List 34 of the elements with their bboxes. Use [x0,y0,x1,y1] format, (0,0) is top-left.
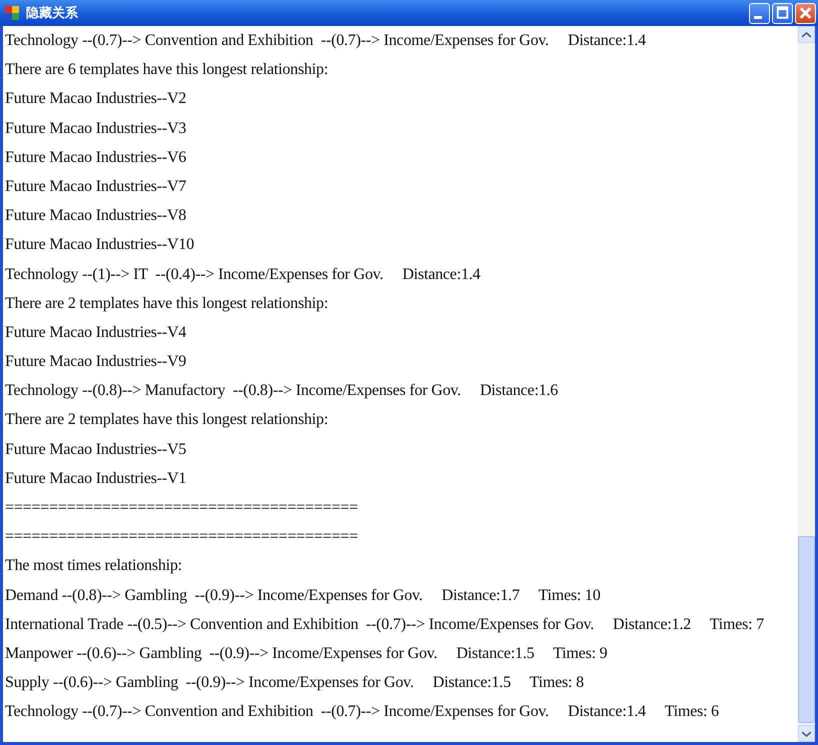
scroll-down-icon[interactable] [798,725,815,742]
output-line: Manpower --(0.6)--> Gambling --(0.9)--> Income/Expenses for Gov. Distance:1.5 Times: 9 [5,644,608,664]
scrollbar[interactable] [798,26,815,742]
output-line: Future Macao Industries--V7 [5,176,188,197]
output-line: There are 6 templates have this longest relationship: [5,60,330,80]
minimize-icon [754,16,762,19]
minimize-button[interactable] [749,2,770,24]
output-line: Future Macao Industries--V1 [5,468,188,489]
output-line: Technology --(1)--> IT --(0.4)--> Income/Expenses for Gov. Distance:1.4 [5,264,482,284]
output-line: Technology --(0.7)--> Convention and Exhibition --(0.7)--> Income/Expenses for Gov. Distance:1.4 Times: 6 [5,702,720,722]
output-line: There are 2 templates have this longest relationship: [5,410,330,430]
scroll-thumb[interactable] [798,536,815,723]
output-line: Future Macao Industries--V6 [5,148,188,168]
maximize-button[interactable] [772,2,793,24]
output-line: Future Macao Industries--V9 [5,352,188,372]
output-line: Demand --(0.8)--> Gambling --(0.9)--> Income/Expenses for Gov. Distance:1.7 Times: 10 [5,586,602,606]
output-line: There are 2 templates have this longest relationship: [5,294,330,314]
output-line: ======================================== [5,527,359,548]
output-line: Future Macao Industries--V3 [5,118,188,139]
output-line: Future Macao Industries--V2 [5,89,188,110]
app-icon [4,5,20,21]
output-line: Future Macao Industries--V10 [5,235,196,256]
output-line: Future Macao Industries--V4 [5,322,188,343]
output-line: Technology --(0.8)--> Manufactory --(0.8)--> Income/Expenses for Gov. Distance:1.6 [5,381,559,402]
output-line: Future Macao Industries--V5 [5,440,188,460]
scroll-up-icon[interactable] [798,26,815,43]
window-title: 隐藏关系 [26,4,78,22]
output-line: International Trade --(0.5)--> Convention and Exhibition --(0.7)--> Income/Expenses for Gov. Distance:1.2 Times: 7 [5,614,765,635]
output-line: Supply --(0.6)--> Gambling --(0.9)--> Income/Expenses for Gov. Distance:1.5 Times: 8 [5,673,585,694]
output-line: Future Macao Industries--V8 [5,206,188,226]
output-line: Technology --(0.7)--> Convention and Exhibition --(0.7)--> Income/Expenses for Gov. Distance:1.4 [5,31,647,51]
output-line: The most times relationship: [5,556,184,576]
output-line: ======================================== [5,498,359,518]
close-button[interactable] [795,2,816,24]
